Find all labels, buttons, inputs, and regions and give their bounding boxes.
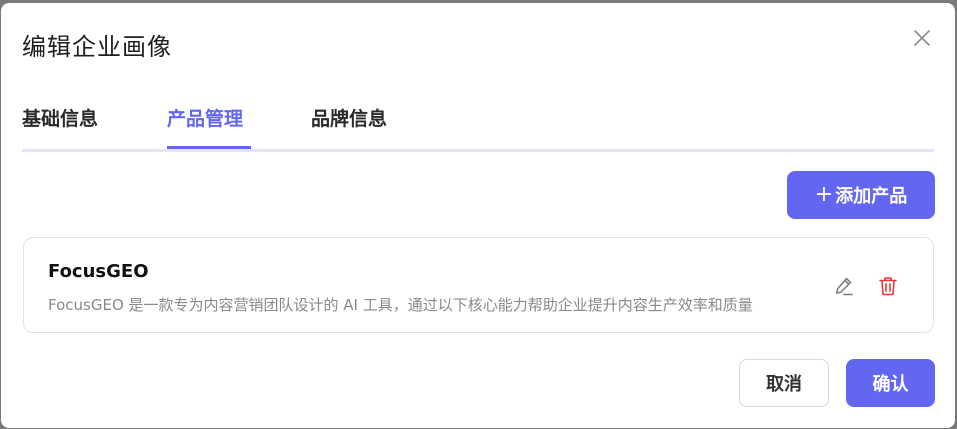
- trash-icon: [879, 277, 897, 296]
- active-tab-indicator: [167, 146, 251, 149]
- tab-brand-info[interactable]: 品牌信息: [311, 103, 387, 135]
- tab-bar: 基础信息 产品管理 品牌信息: [22, 103, 934, 152]
- close-icon: [914, 30, 930, 46]
- product-card: FocusGEO FocusGEO 是一款专为内容营销团队设计的 AI 工具，通…: [23, 237, 934, 333]
- add-product-button[interactable]: + 添加产品: [787, 171, 935, 219]
- dialog-title: 编辑企业画像: [22, 33, 172, 61]
- product-name: FocusGEO: [48, 261, 149, 282]
- add-product-label: 添加产品: [835, 186, 908, 207]
- product-description: FocusGEO 是一款专为内容营销团队设计的 AI 工具，通过以下核心能力帮助…: [48, 296, 753, 314]
- edit-product-button[interactable]: [832, 274, 856, 298]
- edit-company-profile-dialog: 编辑企业画像 基础信息 产品管理 品牌信息 + 添加产品 FocusGEO Fo…: [1, 3, 955, 428]
- cancel-button[interactable]: 取消: [739, 359, 829, 407]
- confirm-button[interactable]: 确认: [846, 359, 935, 407]
- tab-basic-info[interactable]: 基础信息: [22, 103, 98, 135]
- delete-product-button[interactable]: [876, 274, 900, 298]
- close-button[interactable]: [911, 27, 933, 49]
- tab-product-management[interactable]: 产品管理: [167, 103, 243, 135]
- pencil-icon: [835, 277, 853, 296]
- plus-icon: +: [814, 182, 834, 207]
